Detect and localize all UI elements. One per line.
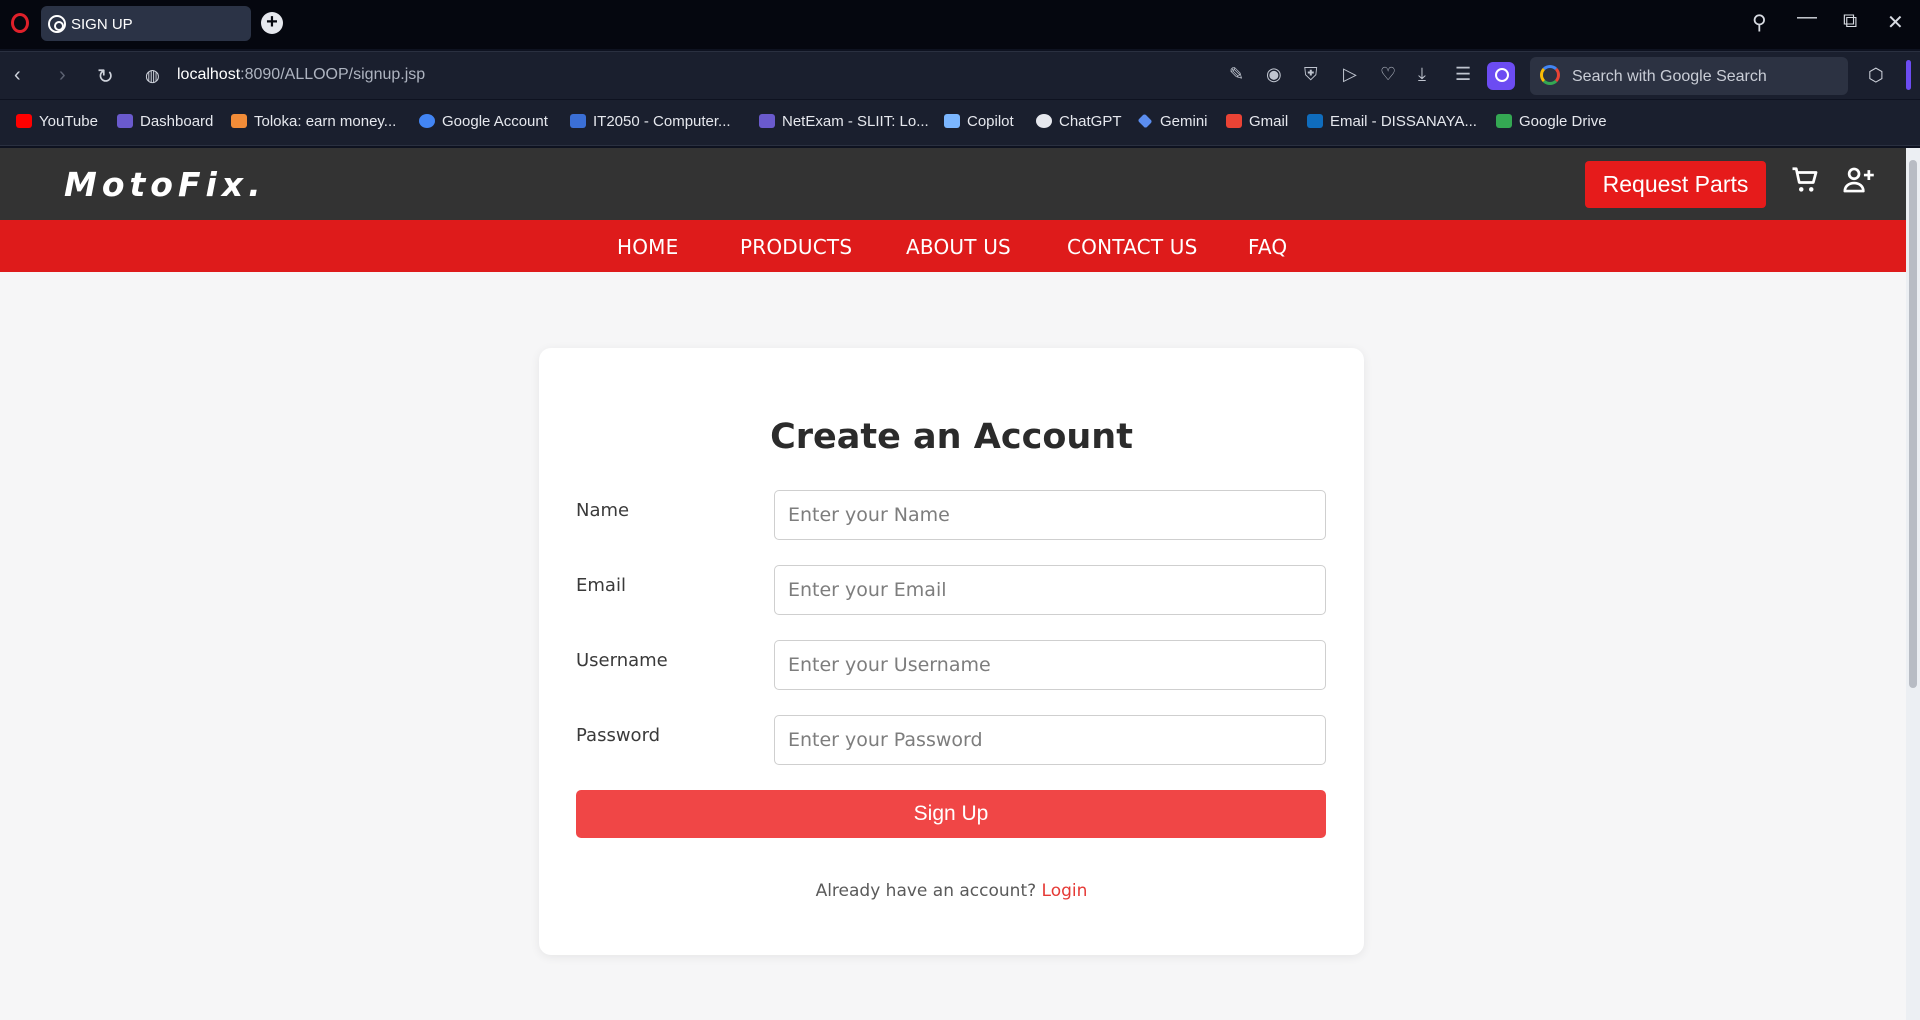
nav-contact-us[interactable]: CONTACT US	[1067, 235, 1198, 259]
url-path: :8090/ALLOOP/signup.jsp	[240, 66, 426, 83]
bookmark-google-drive[interactable]: Google Drive	[1496, 113, 1607, 130]
restore-window-icon[interactable]: ⧉	[1843, 10, 1857, 33]
sign-up-button[interactable]: Sign Up	[576, 790, 1326, 838]
camera-icon[interactable]: ◉	[1266, 64, 1282, 85]
sidebar-accent	[1906, 60, 1911, 90]
forward-arrow-icon[interactable]: ›	[59, 64, 66, 87]
page-viewport: MotoFix. Request Parts HOME PRODUCTS ABO…	[0, 148, 1920, 1020]
copilot-icon	[944, 114, 960, 128]
bookmark-dashboard[interactable]: Dashboard	[117, 113, 213, 130]
opera-logo-icon[interactable]	[11, 13, 29, 33]
scrollbar-thumb[interactable]	[1909, 160, 1917, 688]
extensions-cube-icon[interactable]: ⬡	[1868, 65, 1884, 86]
dashboard-icon	[117, 114, 133, 128]
gmail-icon	[1226, 114, 1242, 128]
login-prompt: Already have an account? Login	[539, 881, 1364, 901]
tab-title: SIGN UP	[71, 16, 133, 33]
bookmark-google-account[interactable]: Google Account	[419, 113, 548, 130]
name-label: Name	[576, 500, 630, 521]
shopping-cart-icon[interactable]	[1790, 165, 1820, 195]
easy-setup-icon[interactable]: ☰	[1455, 64, 1471, 85]
google-logo-icon	[1540, 65, 1560, 85]
chatgpt-icon	[1036, 114, 1052, 128]
netexam-icon	[759, 114, 775, 128]
nav-faq[interactable]: FAQ	[1248, 235, 1287, 259]
profile-icon[interactable]	[1487, 62, 1515, 90]
google-search-box[interactable]: Search with Google Search	[1530, 57, 1848, 95]
google-drive-icon	[1496, 114, 1512, 128]
back-arrow-icon[interactable]: ‹	[14, 64, 21, 87]
search-tabs-icon[interactable]: ⚲	[1752, 10, 1767, 35]
page-title: Create an Account	[770, 417, 1133, 457]
bookmark-chatgpt[interactable]: ChatGPT	[1036, 113, 1122, 130]
nav-home[interactable]: HOME	[617, 235, 678, 259]
bookmark-netexam[interactable]: NetExam - SLIIT: Lo...	[759, 113, 929, 130]
email-label: Email	[576, 575, 626, 596]
browser-tab-active[interactable]: SIGN UP	[41, 6, 251, 41]
outlook-icon	[1307, 114, 1323, 128]
minimize-window-icon[interactable]: —	[1797, 6, 1817, 29]
page-scrollbar[interactable]	[1906, 148, 1920, 1020]
site-info-globe-icon[interactable]: ◍	[145, 66, 160, 86]
bookmark-it2050[interactable]: IT2050 - Computer...	[570, 113, 731, 130]
password-field[interactable]	[774, 715, 1326, 765]
site-header: MotoFix. Request Parts	[0, 148, 1906, 220]
youtube-icon	[16, 114, 32, 128]
search-placeholder: Search with Google Search	[1572, 68, 1767, 85]
bookmark-gmail[interactable]: Gmail	[1226, 113, 1288, 130]
login-link[interactable]: Login	[1042, 881, 1088, 901]
bookmark-youtube[interactable]: YouTube	[16, 113, 98, 130]
google-icon	[419, 114, 435, 128]
bookmark-gemini[interactable]: Gemini	[1137, 113, 1208, 130]
request-parts-button[interactable]: Request Parts	[1585, 161, 1766, 208]
send-icon[interactable]: ▷	[1343, 64, 1357, 85]
add-user-icon[interactable]	[1843, 165, 1875, 195]
login-prompt-text: Already have an account?	[815, 881, 1037, 901]
classroom-icon	[570, 114, 586, 128]
toloka-icon	[231, 114, 247, 128]
close-window-icon[interactable]: ✕	[1887, 10, 1904, 35]
heart-icon[interactable]: ♡	[1380, 64, 1396, 85]
gemini-icon	[1137, 113, 1153, 129]
bookmarks-bar: YouTube Dashboard Toloka: earn money... …	[0, 100, 1920, 146]
edit-icon[interactable]: ✎	[1229, 64, 1244, 85]
browser-tab-bar: SIGN UP + ⚲ — ⧉ ✕	[0, 0, 1920, 49]
address-bar: ‹ › ↻ ◍ localhost:8090/ALLOOP/signup.jsp…	[0, 51, 1920, 99]
main-navigation: HOME PRODUCTS ABOUT US CONTACT US FAQ	[0, 220, 1906, 272]
reload-icon[interactable]: ↻	[97, 64, 114, 89]
password-label: Password	[576, 725, 661, 746]
email-field[interactable]	[774, 565, 1326, 615]
bookmark-copilot[interactable]: Copilot	[944, 113, 1014, 130]
bookmark-email-outlook[interactable]: Email - DISSANAYA...	[1307, 113, 1477, 130]
bookmark-toloka[interactable]: Toloka: earn money...	[231, 113, 396, 130]
gear-favicon-icon	[48, 15, 66, 33]
url-host: localhost	[177, 66, 241, 83]
shield-icon[interactable]: ⛨	[1304, 64, 1318, 85]
username-field[interactable]	[774, 640, 1326, 690]
url-field[interactable]: localhost:8090/ALLOOP/signup.jsp	[177, 66, 425, 84]
username-label: Username	[576, 650, 668, 671]
download-icon[interactable]: ⤓	[1418, 64, 1426, 85]
new-tab-plus-icon[interactable]: +	[261, 12, 283, 34]
motofix-logo[interactable]: MotoFix.	[64, 165, 266, 204]
nav-about-us[interactable]: ABOUT US	[906, 235, 1011, 259]
signup-card: Create an Account Name Email Username Pa…	[539, 348, 1364, 955]
name-field[interactable]	[774, 490, 1326, 540]
nav-products[interactable]: PRODUCTS	[740, 235, 852, 259]
